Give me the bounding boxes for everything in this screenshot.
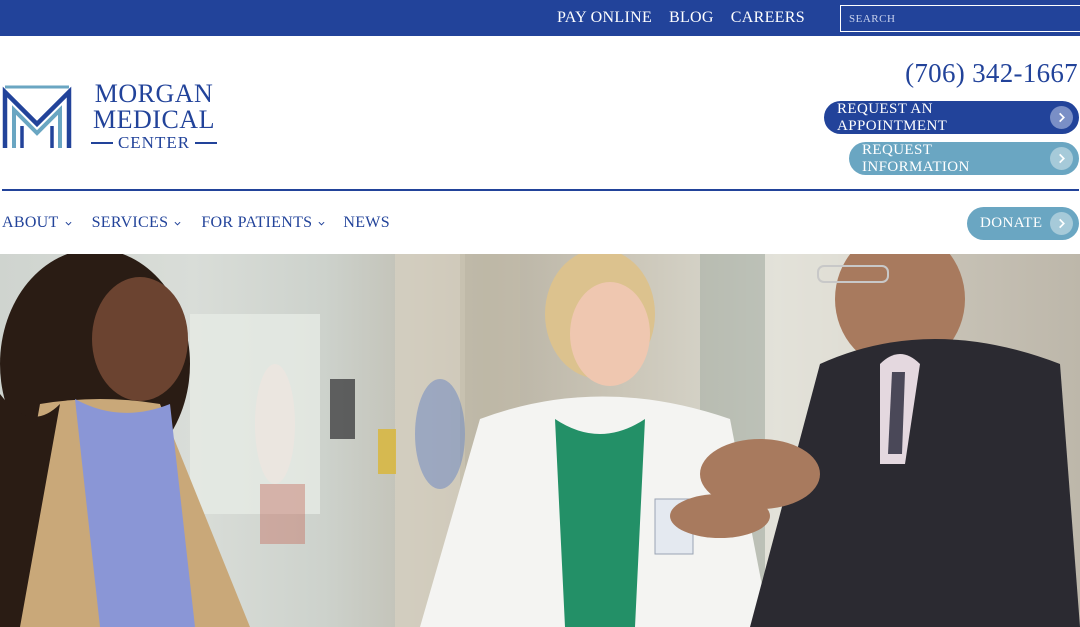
request-appointment-button[interactable]: REQUEST AN APPOINTMENT [824, 101, 1079, 134]
nav-item-label: ABOUT [2, 214, 59, 231]
hero-photo-illustration [0, 254, 1080, 627]
chevron-right-icon [1050, 212, 1073, 235]
logo-line-3-wrap: CENTER [79, 133, 229, 153]
phone-number[interactable]: (706) 342-1667 [905, 58, 1078, 89]
nav-item-about[interactable]: ABOUT [2, 214, 72, 232]
request-information-label: REQUEST INFORMATION [862, 141, 970, 175]
logo-line-3: CENTER [117, 133, 191, 152]
donate-button[interactable]: DONATE [967, 207, 1079, 240]
nav-item-services[interactable]: SERVICES [92, 214, 182, 232]
main-nav: ABOUT SERVICES FOR PATIENTS NEWS [2, 212, 390, 234]
hero-image [0, 254, 1080, 627]
logo-line-2: MEDICAL [93, 105, 215, 134]
chevron-right-icon [1050, 147, 1073, 170]
utility-links: PAY ONLINE BLOG CAREERS [557, 0, 805, 36]
header-divider [2, 189, 1079, 191]
chevron-right-icon [1050, 106, 1073, 129]
logo-line-1: MORGAN [94, 79, 214, 108]
chevron-down-icon [318, 221, 325, 226]
nav-item-news[interactable]: NEWS [343, 214, 390, 232]
logo-wordmark: MORGAN MEDICAL CENTER [79, 80, 229, 153]
logo-rule-right [195, 142, 218, 144]
request-information-button[interactable]: REQUEST INFORMATION [849, 142, 1079, 175]
logo-rule-left [90, 142, 113, 144]
careers-link[interactable]: CAREERS [731, 9, 805, 27]
request-appointment-label: REQUEST AN APPOINTMENT [837, 100, 948, 134]
site-logo[interactable]: MORGAN MEDICAL CENTER [2, 80, 232, 154]
nav-item-label: SERVICES [91, 214, 169, 231]
chevron-down-icon [174, 221, 181, 226]
pay-online-link[interactable]: PAY ONLINE [557, 9, 652, 27]
blog-link[interactable]: BLOG [669, 9, 714, 27]
donate-label: DONATE [980, 215, 1043, 231]
logo-m-icon [2, 85, 72, 148]
nav-item-label: NEWS [343, 214, 390, 231]
search-input[interactable] [840, 5, 1080, 32]
nav-item-label: FOR PATIENTS [201, 214, 313, 231]
nav-item-for-patients[interactable]: FOR PATIENTS [201, 214, 325, 232]
chevron-down-icon [65, 221, 72, 226]
top-utility-bar: PAY ONLINE BLOG CAREERS [0, 0, 1080, 36]
